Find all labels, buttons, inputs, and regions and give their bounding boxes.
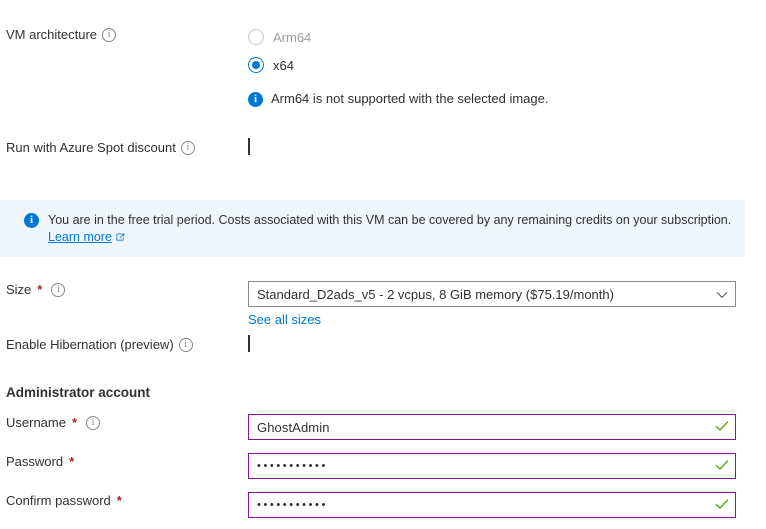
vm-architecture-label-group: VM architecture bbox=[0, 26, 248, 44]
spot-discount-label: Run with Azure Spot discount bbox=[6, 140, 176, 155]
username-label-group: Username * bbox=[0, 414, 248, 432]
confirm-password-row: Confirm password * ••••••••••• bbox=[0, 492, 766, 518]
username-row: Username * GhostAdmin bbox=[0, 414, 766, 440]
radio-x64-label: x64 bbox=[273, 57, 294, 73]
free-trial-banner: You are in the free trial period. Costs … bbox=[0, 200, 745, 257]
confirm-password-label-group: Confirm password * bbox=[0, 492, 248, 510]
administrator-account-heading: Administrator account bbox=[6, 385, 151, 400]
info-circle-icon[interactable] bbox=[102, 28, 117, 42]
radio-arm64-label: Arm64 bbox=[273, 29, 312, 45]
radio-arm64-indicator[interactable] bbox=[248, 29, 264, 45]
size-field: Standard_D2ads_v5 - 2 vcpus, 8 GiB memor… bbox=[248, 281, 766, 327]
password-field: ••••••••••• bbox=[248, 453, 766, 479]
architecture-info-message: Arm64 is not supported with the selected… bbox=[248, 91, 766, 107]
info-circle-icon[interactable] bbox=[86, 416, 101, 430]
confirm-password-label: Confirm password bbox=[6, 493, 111, 508]
password-label: Password bbox=[6, 454, 64, 469]
banner-content: You are in the free trial period. Costs … bbox=[48, 212, 731, 257]
radio-option-x64[interactable]: x64 bbox=[248, 54, 766, 76]
info-filled-icon bbox=[24, 213, 39, 228]
password-label-group: Password * bbox=[0, 453, 248, 471]
hibernation-checkbox[interactable] bbox=[248, 335, 250, 352]
confirm-password-required-asterisk: * bbox=[116, 493, 122, 508]
radio-option-arm64[interactable]: Arm64 bbox=[248, 26, 766, 48]
checkmark-icon bbox=[715, 420, 729, 435]
password-required-asterisk: * bbox=[69, 454, 75, 469]
spot-discount-field bbox=[248, 138, 766, 155]
password-row: Password * ••••••••••• bbox=[0, 453, 766, 479]
hibernation-field bbox=[248, 335, 766, 352]
learn-more-link[interactable]: Learn more bbox=[48, 230, 112, 244]
external-link-icon[interactable] bbox=[116, 230, 125, 245]
confirm-password-value: ••••••••••• bbox=[257, 499, 328, 511]
hibernation-label-group: Enable Hibernation (preview) bbox=[0, 336, 248, 354]
info-circle-icon[interactable] bbox=[180, 141, 195, 155]
username-value: GhostAdmin bbox=[257, 419, 330, 435]
spot-discount-row: Run with Azure Spot discount bbox=[0, 138, 766, 157]
password-input[interactable]: ••••••••••• bbox=[248, 453, 736, 479]
vm-architecture-row: VM architecture Arm64 x64 Arm64 is not s… bbox=[0, 26, 766, 107]
size-required-asterisk: * bbox=[37, 282, 43, 297]
size-row: Size * Standard_D2ads_v5 - 2 vcpus, 8 GiB… bbox=[0, 281, 766, 327]
confirm-password-field: ••••••••••• bbox=[248, 492, 766, 518]
info-circle-icon[interactable] bbox=[178, 338, 193, 352]
info-filled-icon bbox=[248, 92, 263, 107]
chevron-down-icon[interactable] bbox=[716, 287, 728, 302]
vm-create-form: VM architecture Arm64 x64 Arm64 is not s… bbox=[0, 0, 766, 529]
size-label: Size bbox=[6, 282, 32, 297]
architecture-info-text: Arm64 is not supported with the selected… bbox=[271, 91, 549, 106]
vm-architecture-label: VM architecture bbox=[6, 27, 98, 42]
size-selected-value: Standard_D2ads_v5 - 2 vcpus, 8 GiB memor… bbox=[257, 286, 614, 302]
confirm-password-input[interactable]: ••••••••••• bbox=[248, 492, 736, 518]
size-select[interactable]: Standard_D2ads_v5 - 2 vcpus, 8 GiB memor… bbox=[248, 281, 736, 307]
hibernation-label: Enable Hibernation (preview) bbox=[6, 337, 174, 352]
see-all-sizes-link[interactable]: See all sizes bbox=[248, 312, 321, 327]
password-value: ••••••••••• bbox=[257, 460, 328, 472]
banner-text: You are in the free trial period. Costs … bbox=[48, 213, 732, 227]
size-label-group: Size * bbox=[0, 281, 248, 299]
username-label: Username bbox=[6, 415, 66, 430]
hibernation-row: Enable Hibernation (preview) bbox=[0, 335, 766, 354]
banner-link-row: Learn more bbox=[48, 229, 731, 245]
radio-x64-indicator[interactable] bbox=[248, 57, 264, 73]
info-circle-icon[interactable] bbox=[51, 283, 66, 297]
checkmark-icon bbox=[715, 459, 729, 474]
vm-architecture-options: Arm64 x64 Arm64 is not supported with th… bbox=[248, 26, 766, 107]
spot-discount-checkbox[interactable] bbox=[248, 138, 250, 155]
username-required-asterisk: * bbox=[71, 415, 78, 430]
username-input[interactable]: GhostAdmin bbox=[248, 414, 736, 440]
username-field: GhostAdmin bbox=[248, 414, 766, 440]
spot-discount-label-group: Run with Azure Spot discount bbox=[0, 139, 248, 157]
checkmark-icon bbox=[715, 498, 729, 513]
